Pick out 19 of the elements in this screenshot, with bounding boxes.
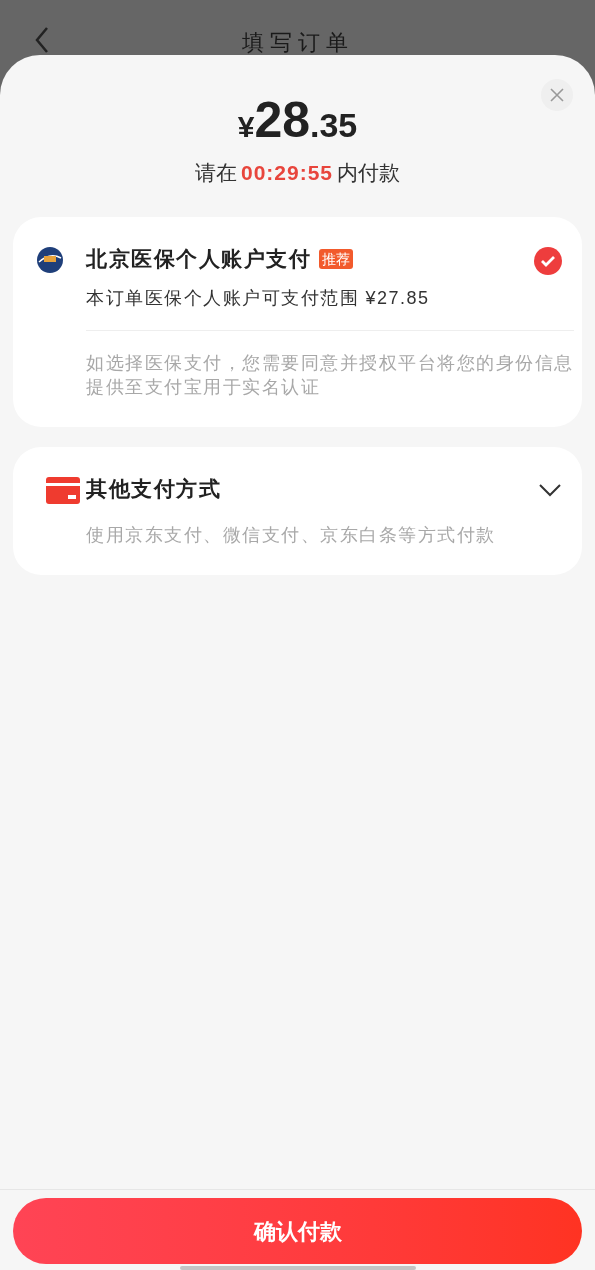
back-icon[interactable]: [34, 26, 50, 54]
option-title: 北京医保个人账户支付: [86, 245, 311, 272]
card-icon: [46, 476, 80, 504]
countdown-text: 请在 00:29:55 内付款: [193, 160, 402, 186]
chevron-down-icon[interactable]: [538, 482, 562, 497]
globe-logo-icon: [37, 246, 63, 273]
recommend-badge: 推荐: [319, 248, 353, 269]
payment-option-card[interactable]: 北京医保个人账户支付 推荐 本订单医保个人账户可支付范围 ¥27.85 如选择医保支付，您需要同意并授权平台将您的身份信息提供至支付宝用于实名认证: [13, 216, 582, 427]
payment-option-card[interactable]: 其他支付方式 使用京东支付、微信支付、京东白条等方式付款: [13, 446, 582, 575]
confirm-payment-button[interactable]: 确认付款: [13, 1198, 582, 1264]
option-note: 使用京东支付、微信支付、京东白条等方式付款: [86, 523, 497, 547]
option-note: 如选择医保支付，您需要同意并授权平台将您的身份信息提供至支付宝用于实名认证: [86, 351, 574, 399]
close-icon: [550, 88, 564, 102]
close-button[interactable]: [541, 79, 573, 111]
option-title: 其他支付方式: [86, 475, 221, 502]
check-icon[interactable]: [534, 246, 562, 275]
page-title: 填写订单: [240, 29, 355, 57]
price-amount: ¥28.35: [236, 95, 359, 145]
coverage-text: 本订单医保个人账户可支付范围 ¥27.85: [86, 286, 431, 310]
